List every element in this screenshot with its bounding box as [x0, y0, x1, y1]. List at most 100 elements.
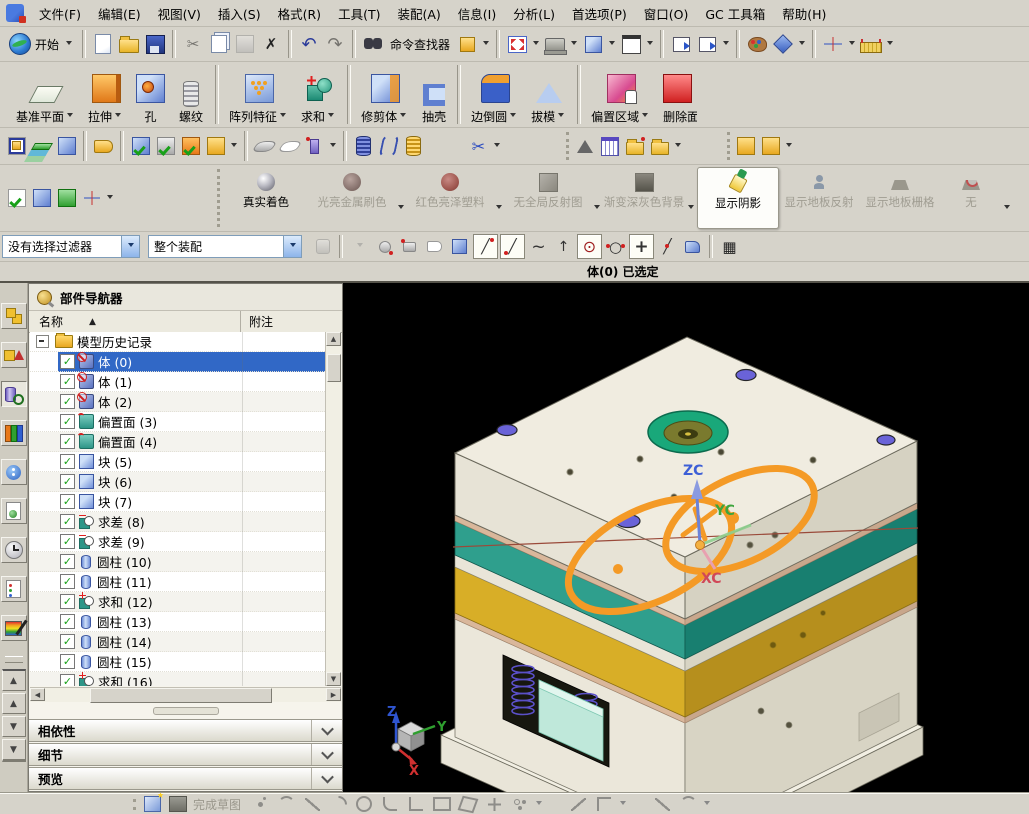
delete-button[interactable]: ✗ [259, 32, 283, 56]
checkbox-icon[interactable]: ✓ [60, 374, 75, 389]
menu-view[interactable]: 视图(V) [150, 0, 209, 27]
true-shading-button[interactable]: 真实着色 [223, 167, 309, 229]
menu-information[interactable]: 信息(I) [450, 0, 504, 27]
menu-insert[interactable]: 插入(S) [210, 0, 269, 27]
offset-dropdown-icon[interactable] [642, 112, 649, 120]
tree-row-unite-16[interactable]: ✓ 求和 (16) [30, 672, 341, 686]
checkbox-icon[interactable]: ✓ [60, 614, 75, 629]
save-button[interactable] [143, 32, 167, 56]
extrude-button[interactable]: 拉伸 [82, 63, 130, 127]
measure-distance-button[interactable] [859, 32, 883, 56]
coil-button[interactable] [351, 133, 376, 159]
tree-row-cylinder-15[interactable]: ✓ 圆柱 (15) [30, 652, 341, 672]
checkbox-icon[interactable]: ✓ [60, 634, 75, 649]
measure-dropdown-icon[interactable] [849, 40, 856, 48]
tree-row-unite-12[interactable]: ✓ 求和 (12) [30, 592, 341, 612]
preview-panel[interactable]: 预览 [29, 767, 342, 790]
hscrollbar-thumb[interactable] [90, 688, 272, 703]
section-curve-button[interactable] [251, 133, 278, 159]
tree-vertical-scrollbar[interactable]: ▲ ▼ [325, 332, 341, 686]
tree-row-cylinder-13[interactable]: ✓ 圆柱 (13) [30, 612, 341, 632]
tree-row-block-6[interactable]: ✓ 块 (6) [30, 472, 341, 492]
command-finder-button[interactable] [361, 32, 385, 56]
ruler-dropdown-icon[interactable] [887, 40, 894, 48]
snap-center-button[interactable]: ⊙ [577, 234, 602, 259]
folder-points-button[interactable] [622, 133, 647, 159]
sketch-button[interactable] [141, 795, 163, 813]
assembly-navigator-button[interactable] [0, 303, 27, 329]
collapse-icon[interactable] [36, 335, 49, 348]
menu-help[interactable]: 帮助(H) [774, 0, 834, 27]
checkbox-icon[interactable]: ✓ [60, 454, 75, 469]
accept-box-button[interactable] [178, 133, 203, 159]
orient-view-button[interactable] [581, 32, 605, 56]
edit-object-display-button[interactable] [745, 32, 769, 56]
tree-row-body-0[interactable]: ✓ 体 (0) [30, 352, 341, 372]
checkbox-icon[interactable]: ✓ [60, 414, 75, 429]
checkbox-icon[interactable]: ✓ [60, 654, 75, 669]
new-file-button[interactable] [91, 32, 115, 56]
blend-dropdown-icon[interactable] [510, 112, 517, 120]
apply-check-button[interactable] [4, 185, 29, 211]
checkbox-icon[interactable]: ✓ [60, 534, 75, 549]
eraser-button[interactable] [423, 235, 446, 258]
selection-filter-combo[interactable]: 没有选择过滤器 [2, 235, 140, 258]
preview-expand-button[interactable] [311, 768, 342, 789]
checkbox-icon[interactable]: ✓ [60, 514, 75, 529]
checkbox-icon[interactable]: ✓ [60, 574, 75, 589]
open-file-button[interactable] [117, 32, 141, 56]
details-panel[interactable]: 细节 [29, 743, 342, 766]
tree-row-offset-3[interactable]: ✓ 偏置面 (3) [30, 412, 341, 432]
dock-bottom-button[interactable]: ▼ [1, 739, 26, 762]
snap-quadrant-button[interactable]: ○ [604, 235, 627, 258]
checkbox-icon[interactable]: ✓ [60, 594, 75, 609]
draft-dropdown-icon[interactable] [558, 112, 565, 120]
trim-dropdown-icon[interactable] [400, 112, 407, 120]
start-dropdown-icon[interactable] [66, 40, 73, 48]
checkbox-icon[interactable]: ✓ [60, 394, 75, 409]
pattern-feature-button[interactable]: 阵列特征 [223, 63, 295, 127]
scroll-up-arrow[interactable]: ▲ [326, 332, 341, 346]
checkbox-icon[interactable]: ✓ [60, 674, 75, 686]
snap-intersection-button[interactable]: + [629, 234, 654, 259]
edge-blend-button[interactable]: 边倒圆 [465, 63, 525, 127]
tree-row-cylinder-11[interactable]: ✓ 圆柱 (11) [30, 572, 341, 592]
tree-row-root[interactable]: 模型历史记录 [30, 332, 341, 352]
tree-row-subtract-9[interactable]: ✓ 求差 (9) [30, 532, 341, 552]
hole-button[interactable]: 孔 [130, 63, 171, 127]
datum-dropdown-icon[interactable] [67, 112, 74, 120]
lock-box-button[interactable] [733, 133, 758, 159]
scroll-down-arrow[interactable]: ▼ [326, 672, 341, 686]
history-button[interactable] [0, 537, 27, 563]
tree-row-body-2[interactable]: ✓ 体 (2) [30, 392, 341, 412]
materials-button[interactable] [0, 576, 27, 602]
tree-row-cylinder-10[interactable]: ✓ 圆柱 (10) [30, 552, 341, 572]
datum-plane-button[interactable]: 基准平面 [10, 63, 82, 127]
select-rect-button[interactable] [4, 133, 29, 159]
roles-button[interactable] [0, 615, 27, 641]
scope-combo-arrow[interactable] [283, 236, 301, 257]
tag-button[interactable] [91, 133, 116, 159]
tree-horizontal-scrollbar[interactable]: ◀ ▶ [30, 687, 341, 703]
html-report-button[interactable] [0, 498, 27, 524]
plastic-dropdown-icon[interactable] [496, 204, 502, 212]
checkbox-icon[interactable]: ✓ [60, 474, 75, 489]
fit-view-button[interactable] [505, 32, 529, 56]
checkbox-icon[interactable]: ✓ [60, 434, 75, 449]
graphics-viewport[interactable]: ZC YC XC Z Y X [343, 283, 1029, 792]
shaded-view-button[interactable] [543, 32, 568, 56]
measure-button[interactable] [821, 32, 845, 56]
window-style-button[interactable] [619, 32, 643, 56]
menu-tools[interactable]: 工具(T) [330, 0, 388, 27]
folders-dropdown-icon[interactable] [675, 142, 681, 150]
menu-file[interactable]: 文件(F) [31, 0, 89, 27]
shaded-dropdown-icon[interactable] [571, 40, 578, 48]
checkbox-icon[interactable]: ✓ [60, 554, 75, 569]
export-window-2-button[interactable] [695, 32, 719, 56]
menu-gc-toolbox[interactable]: GC 工具箱 [697, 0, 773, 27]
navigator-cube-button[interactable] [29, 185, 54, 211]
handle-drag-button[interactable] [302, 133, 327, 159]
spring-button[interactable] [376, 133, 401, 159]
copy-button[interactable] [207, 32, 231, 56]
dependencies-panel[interactable]: 相依性 [29, 719, 342, 742]
